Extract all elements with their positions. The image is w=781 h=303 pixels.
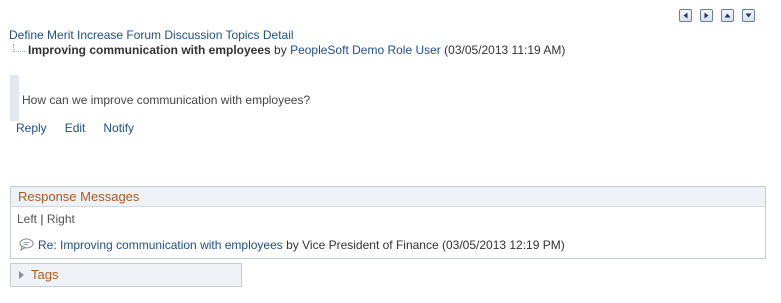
up-button[interactable]	[721, 9, 734, 22]
response-messages-header: Response Messages	[11, 187, 765, 207]
topic-detail-link[interactable]: Define Merit Increase Forum Discussion T…	[9, 28, 294, 42]
page-title-row: Define Merit Increase Forum Discussion T…	[9, 28, 294, 42]
post-actions: Reply Edit Notify	[16, 121, 134, 135]
right-option[interactable]: Right	[47, 212, 75, 226]
arrow-left-icon	[683, 12, 688, 19]
response-author: by Vice President of Finance	[282, 238, 439, 252]
response-timestamp: (03/05/2013 12:19 PM)	[438, 238, 565, 252]
edit-link[interactable]: Edit	[65, 121, 86, 135]
post-title: Improving communication with employees	[28, 43, 271, 57]
arrow-right-icon	[704, 12, 709, 19]
notify-link[interactable]: Notify	[103, 121, 134, 135]
down-button[interactable]	[742, 9, 755, 22]
left-right-toggle: Left | Right	[17, 212, 75, 226]
tree-connector	[13, 44, 25, 52]
response-messages-panel: Response Messages Left | Right Re: Impro…	[10, 186, 766, 259]
left-right-separator: |	[37, 212, 47, 226]
previous-button[interactable]	[679, 9, 692, 22]
response-title-link[interactable]: Re: Improving communication with employe…	[38, 238, 283, 252]
post-author-link[interactable]: PeopleSoft Demo Role User	[290, 43, 441, 57]
reply-link[interactable]: Reply	[16, 121, 47, 135]
arrow-up-icon	[724, 13, 731, 18]
next-button[interactable]	[700, 9, 713, 22]
navigation-buttons	[679, 9, 755, 22]
message-text: How can we improve communication with em…	[22, 93, 311, 107]
tags-section-toggle[interactable]: Tags	[10, 263, 242, 287]
tags-label: Tags	[31, 267, 59, 282]
post-timestamp: (03/05/2013 11:19 AM)	[440, 43, 566, 57]
post-by-label: by	[270, 43, 291, 57]
arrow-down-icon	[745, 13, 752, 18]
speech-bubble-icon	[19, 238, 34, 251]
message-body: How can we improve communication with em…	[10, 75, 570, 121]
left-option[interactable]: Left	[17, 212, 37, 226]
post-header: Improving communication with employees b…	[13, 43, 565, 57]
response-item: Re: Improving communication with employe…	[19, 238, 565, 252]
expand-triangle-icon	[19, 271, 24, 279]
